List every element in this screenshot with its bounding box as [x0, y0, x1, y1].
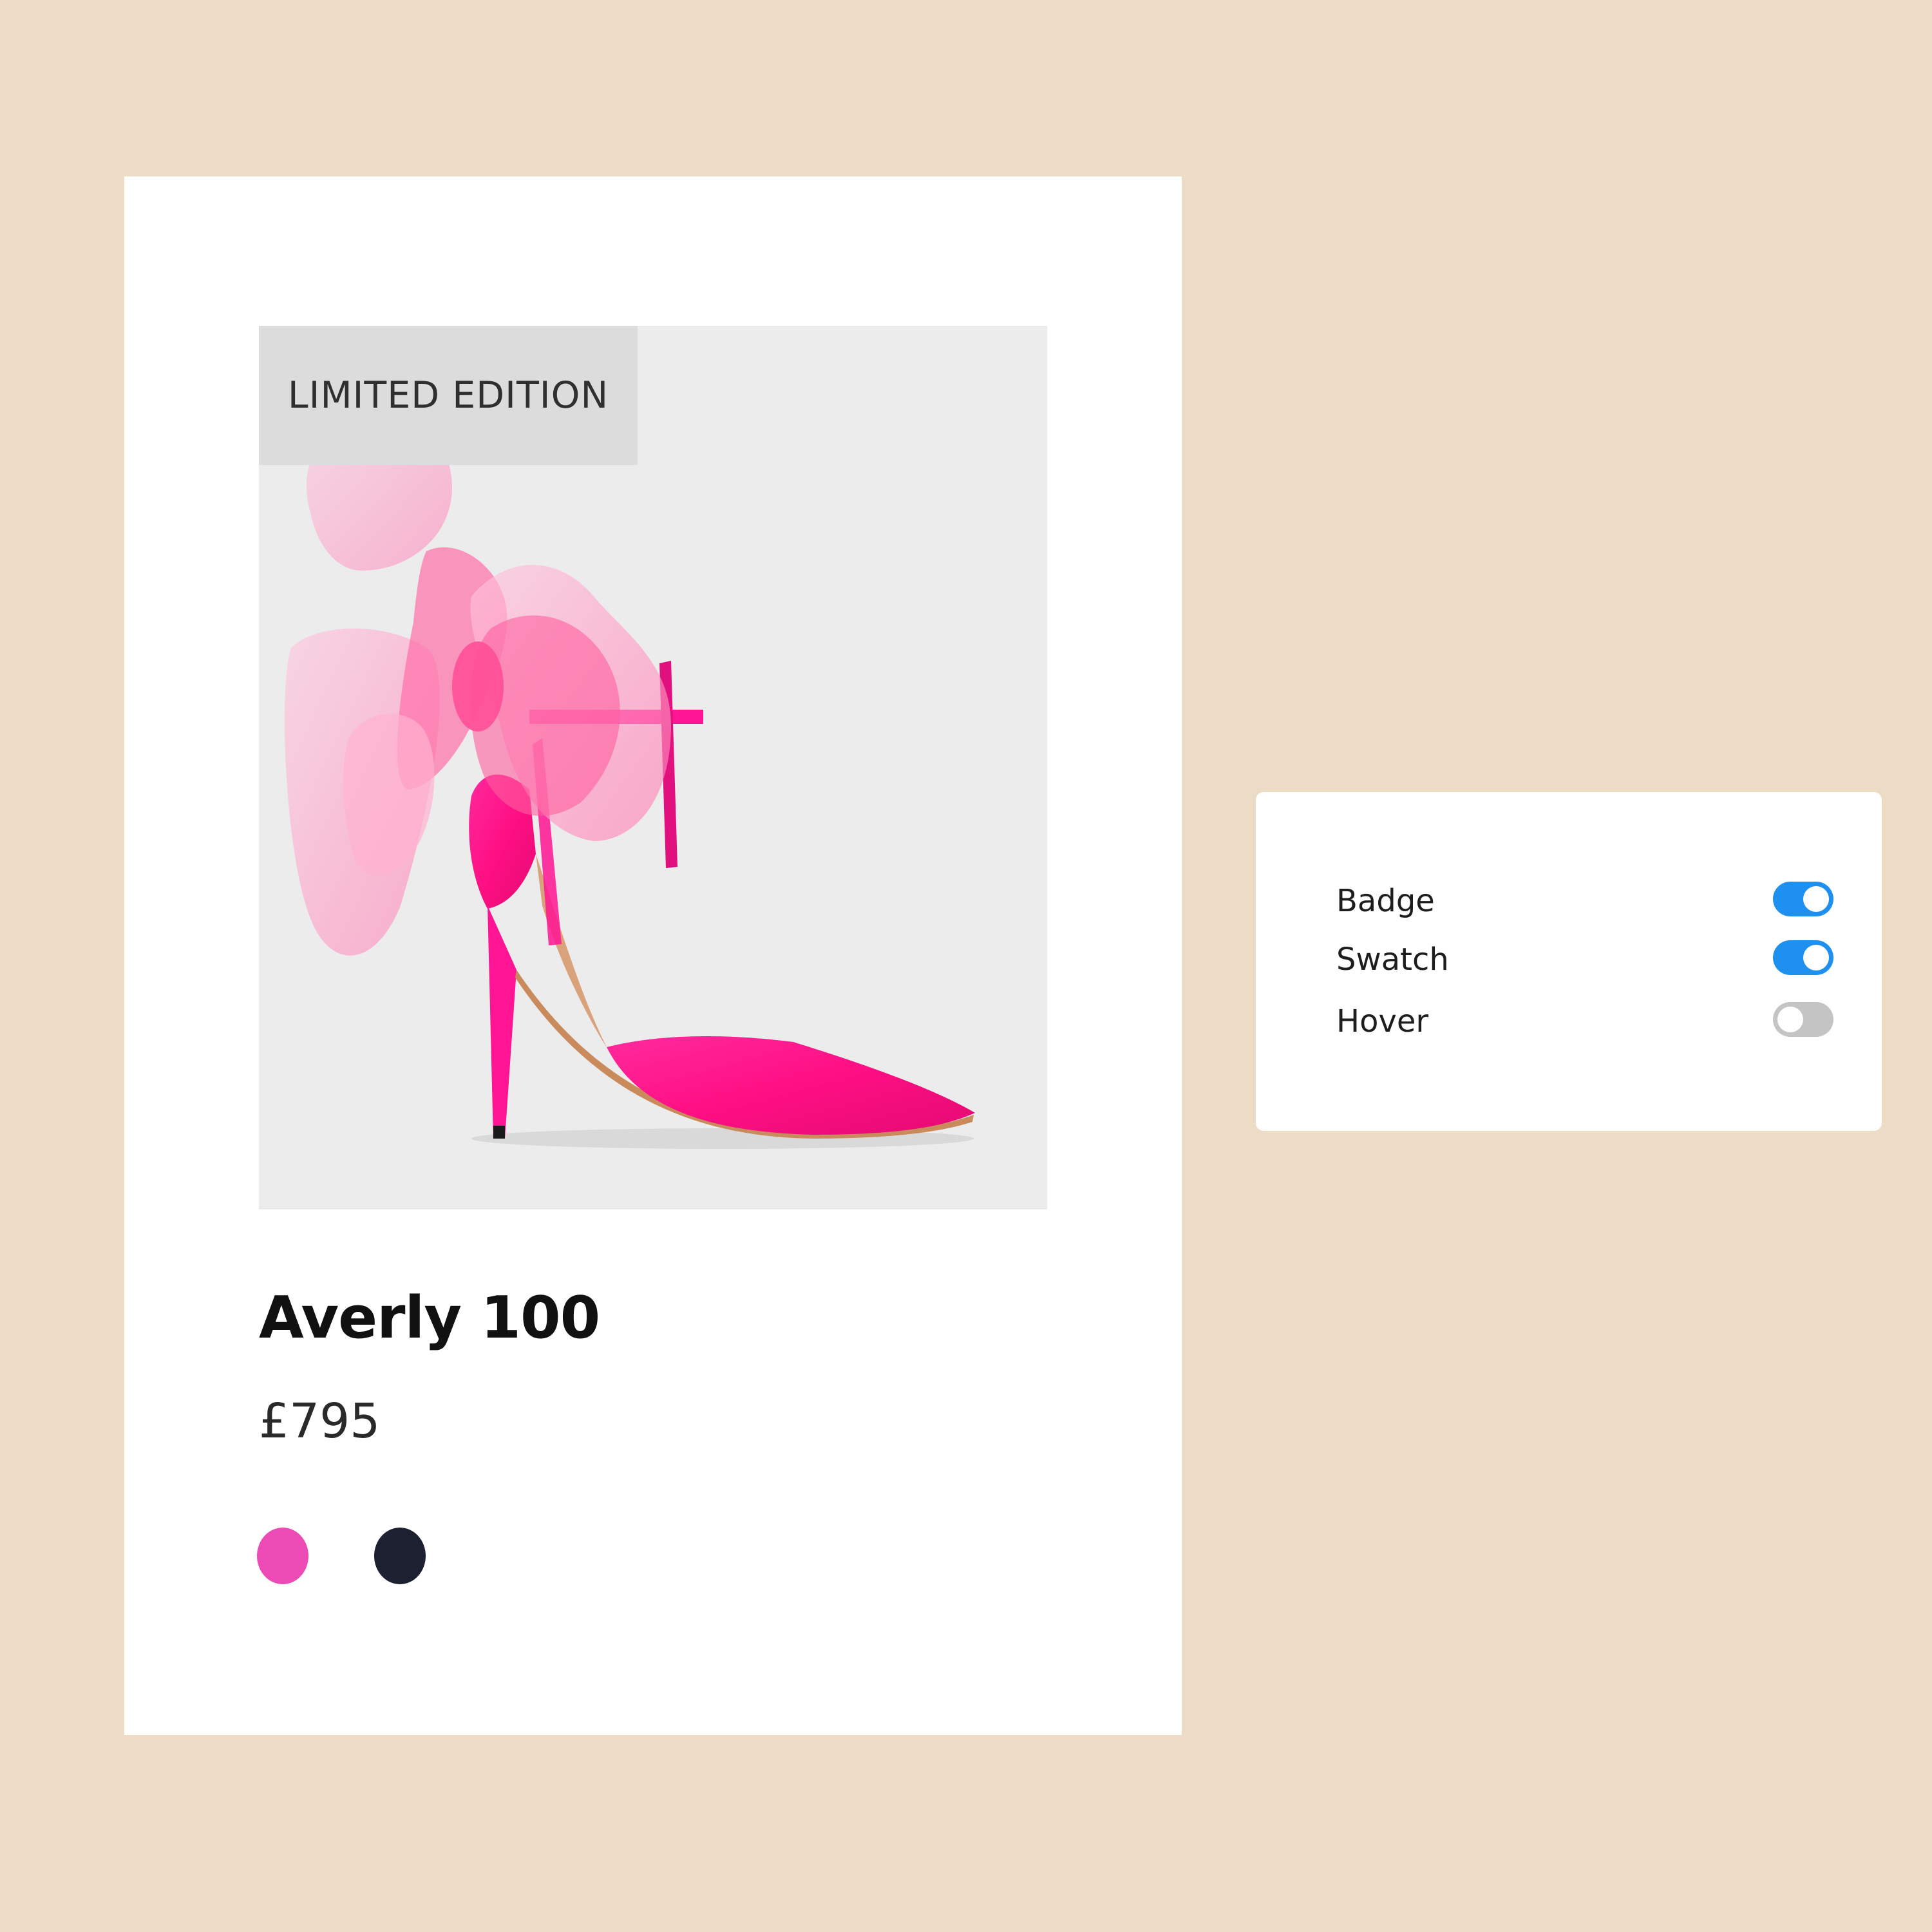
limited-edition-badge: LIMITED EDITION	[259, 326, 638, 465]
swatch-navy[interactable]	[374, 1528, 426, 1584]
toggle-row-badge: Badge	[1336, 879, 1833, 924]
product-price: £795	[259, 1394, 381, 1449]
toggle-knob	[1803, 886, 1829, 912]
settings-panel: Badge Swatch Hover	[1256, 792, 1882, 1131]
hover-toggle[interactable]	[1773, 1002, 1833, 1037]
toggle-knob	[1803, 945, 1829, 971]
product-image[interactable]: LIMITED EDITION	[259, 326, 1047, 1209]
toggle-knob	[1777, 1007, 1803, 1032]
badge-toggle[interactable]	[1773, 882, 1833, 916]
toggle-label-hover: Hover	[1336, 1003, 1429, 1039]
toggle-row-swatch: Swatch	[1336, 938, 1833, 983]
swatch-pink[interactable]	[257, 1528, 308, 1584]
swatch-toggle[interactable]	[1773, 940, 1833, 975]
product-name[interactable]: Averly 100	[259, 1284, 600, 1352]
product-card[interactable]: LIMITED EDITION Averly 100 £795	[124, 176, 1182, 1735]
badge-label: LIMITED EDITION	[287, 374, 609, 417]
toggle-label-swatch: Swatch	[1336, 942, 1449, 978]
toggle-label-badge: Badge	[1336, 883, 1435, 919]
toggle-row-hover: Hover	[1336, 999, 1833, 1045]
